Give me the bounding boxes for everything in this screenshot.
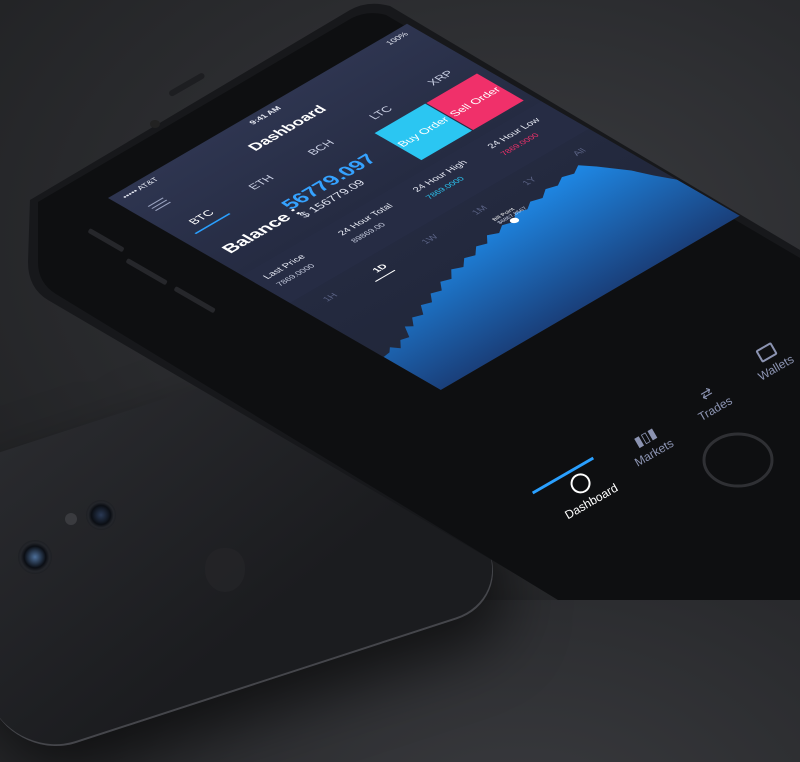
buy-order-label: Buy Order	[394, 114, 452, 149]
sell-order-label: Sell Order	[446, 85, 504, 119]
